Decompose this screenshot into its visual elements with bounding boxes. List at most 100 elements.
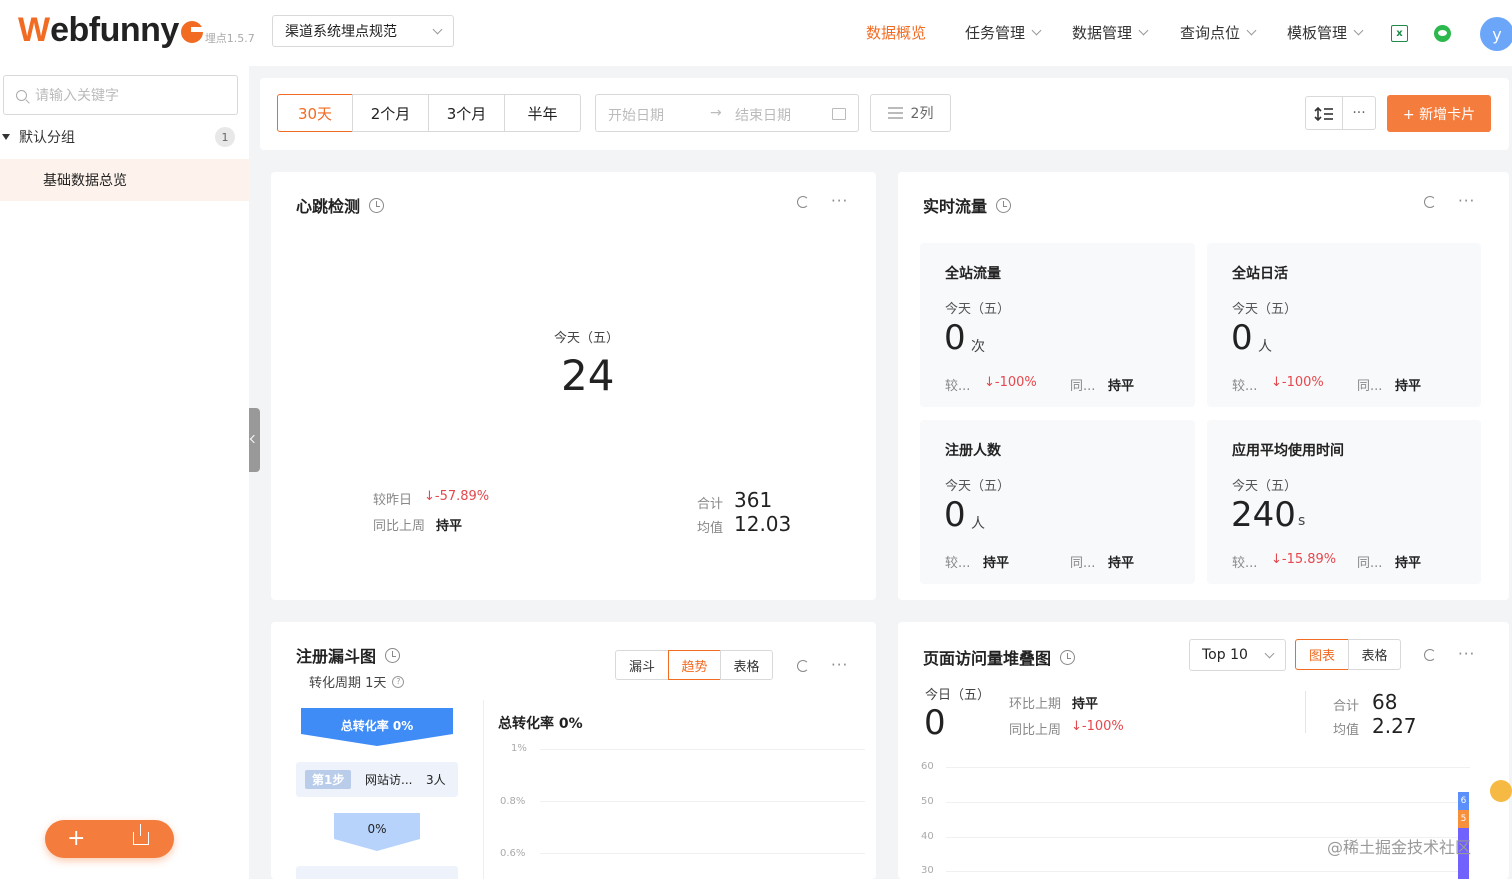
funnel-step-1[interactable]: 第1步 网站访... 3人 [296,762,458,797]
columns-toggle[interactable]: 2列 [870,94,951,132]
clock-icon[interactable] [996,197,1012,213]
metric-title: 全站流量 [945,266,1001,282]
nav-data-overview[interactable]: 数据概览 [866,22,926,43]
sidebar-item-basic-overview[interactable]: 基础数据总览 [0,159,249,201]
columns-label: 2列 [910,106,934,122]
topn-value: Top 10 [1202,647,1248,663]
range-3m-button[interactable]: 3个月 [428,94,505,132]
sort-button[interactable] [1305,96,1343,130]
heartbeat-title: 心跳检测 [296,193,385,217]
start-date-input[interactable]: 开始日期 [608,105,664,125]
app-logo[interactable]: Webfunny 埋点1.5.7 [18,10,255,50]
heartbeat-vs-lastweek-label: 同比上周 [373,519,426,534]
columns-icon [887,106,903,120]
funnel-title: 注册漏斗图 [296,643,401,667]
nav-template-manage[interactable]: 模板管理 [1287,22,1364,43]
chat-bubble-icon[interactable] [1490,780,1512,802]
stacked-tab-table[interactable]: 表格 [1348,639,1401,670]
metric-cmp2-value: 持平 [1395,556,1422,571]
grid-line [946,767,1470,768]
metric-card-dau: 全站日活 今天（五） 0 人 较... ↓-100% 同... 持平 [1207,243,1481,407]
metric-card-registrations: 注册人数 今天（五） 0 人 较... 持平 同... 持平 [920,420,1195,584]
heartbeat-vs-yesterday-label: 较昨日 [373,493,413,508]
funnel-step-2[interactable] [296,866,458,879]
stacked-cmp2-value: ↓-100% [1071,719,1124,734]
topn-select[interactable]: Top 10 [1189,639,1286,671]
card-title: 注册漏斗图 [296,647,377,666]
range-30d-button[interactable]: 30天 [277,94,353,132]
metric-cmp1-value: ↓-15.89% [1271,552,1337,567]
heartbeat-avg-label: 均值 [697,521,724,536]
metric-value: 0 [944,495,966,535]
group-label: 默认分组 [19,130,75,146]
logo-version: 埋点1.5.7 [204,32,255,45]
range-arrow-icon: → [710,105,722,121]
metric-cmp2-value: 持平 [1108,556,1135,571]
excel-icon[interactable]: x [1391,25,1408,42]
stacked-title: 页面访问量堆叠图 [923,645,1076,669]
wechat-icon[interactable] [1434,25,1451,42]
nav-task-manage[interactable]: 任务管理 [965,22,1042,43]
grid-line [540,853,865,854]
refresh-icon[interactable] [1424,649,1436,661]
stacked-bar-orange[interactable]: 5 [1458,810,1469,828]
add-card-button[interactable]: + 新增卡片 [1387,95,1491,132]
metric-cmp2-value: 持平 [1395,379,1422,394]
watermark: @稀土掘金技术社区 [1327,838,1472,857]
group-count-badge: 1 [215,127,235,147]
stacked-cmp1-value: 持平 [1072,697,1099,712]
help-icon[interactable]: ? [392,675,405,688]
stacked-total-label: 合计 [1333,699,1360,714]
metric-cmp1-value: 持平 [983,556,1010,571]
grid-line [540,749,865,750]
more-icon[interactable]: ··· [831,656,848,674]
more-icon[interactable]: ··· [1458,645,1475,663]
grid-line [540,801,865,802]
more-icon[interactable]: ··· [1458,192,1475,210]
range-half-year-button[interactable]: 半年 [504,94,581,132]
logo-text: ebfunny [50,11,179,49]
metric-cmp1-label: 较... [945,379,971,394]
refresh-icon[interactable] [1424,196,1436,208]
funnel-tab-trend[interactable]: 趋势 [668,650,721,680]
stacked-today-label: 今日（五） [925,688,991,703]
metric-cmp2-label: 同... [1070,379,1096,394]
funnel-tab-table[interactable]: 表格 [720,650,773,680]
add-icon[interactable]: + [67,828,85,850]
realtime-title: 实时流量 [923,193,1012,217]
share-icon[interactable] [133,824,149,845]
user-avatar[interactable]: y [1480,17,1512,51]
sidebar-collapse-handle[interactable] [249,408,260,472]
more-icon[interactable]: ··· [831,192,848,210]
funnel-tab-funnel[interactable]: 漏斗 [615,650,669,680]
more-button[interactable]: ··· [1342,96,1376,130]
clock-icon[interactable] [369,197,385,213]
logo-w: W [18,11,51,49]
stacked-bar-blue[interactable]: 6 [1458,792,1469,810]
refresh-icon[interactable] [797,196,809,208]
project-select[interactable]: 渠道系统埋点规范 [272,15,454,47]
end-date-input[interactable]: 结束日期 [735,105,791,125]
heartbeat-vs-yesterday-value: ↓-57.89% [424,489,490,504]
clock-icon[interactable] [1060,649,1076,665]
card-title: 心跳检测 [296,197,361,216]
chevron-down-icon [1353,25,1364,36]
sidebar-search-input[interactable]: 请输入关键字 [3,75,238,115]
range-2m-button[interactable]: 2个月 [352,94,429,132]
metric-unit: 人 [1258,339,1272,355]
nav-data-manage[interactable]: 数据管理 [1072,22,1149,43]
sidebar-group-default[interactable]: 默认分组 [0,126,249,148]
grid-line [946,802,1470,803]
stats-divider [1305,691,1306,733]
metric-title: 注册人数 [945,443,1001,459]
chevron-down-icon [1246,25,1257,36]
nav-query-points[interactable]: 查询点位 [1180,22,1257,43]
stacked-tab-chart[interactable]: 图表 [1295,639,1349,670]
refresh-icon[interactable] [797,660,809,672]
clock-icon[interactable] [385,647,401,663]
y-tick: 30 [921,865,934,876]
date-range-picker[interactable]: 开始日期 → 结束日期 [595,94,859,132]
funnel-top-label: 总转化率 0% [340,719,414,733]
card-title: 实时流量 [923,197,988,216]
sort-lines-icon [1314,106,1333,122]
